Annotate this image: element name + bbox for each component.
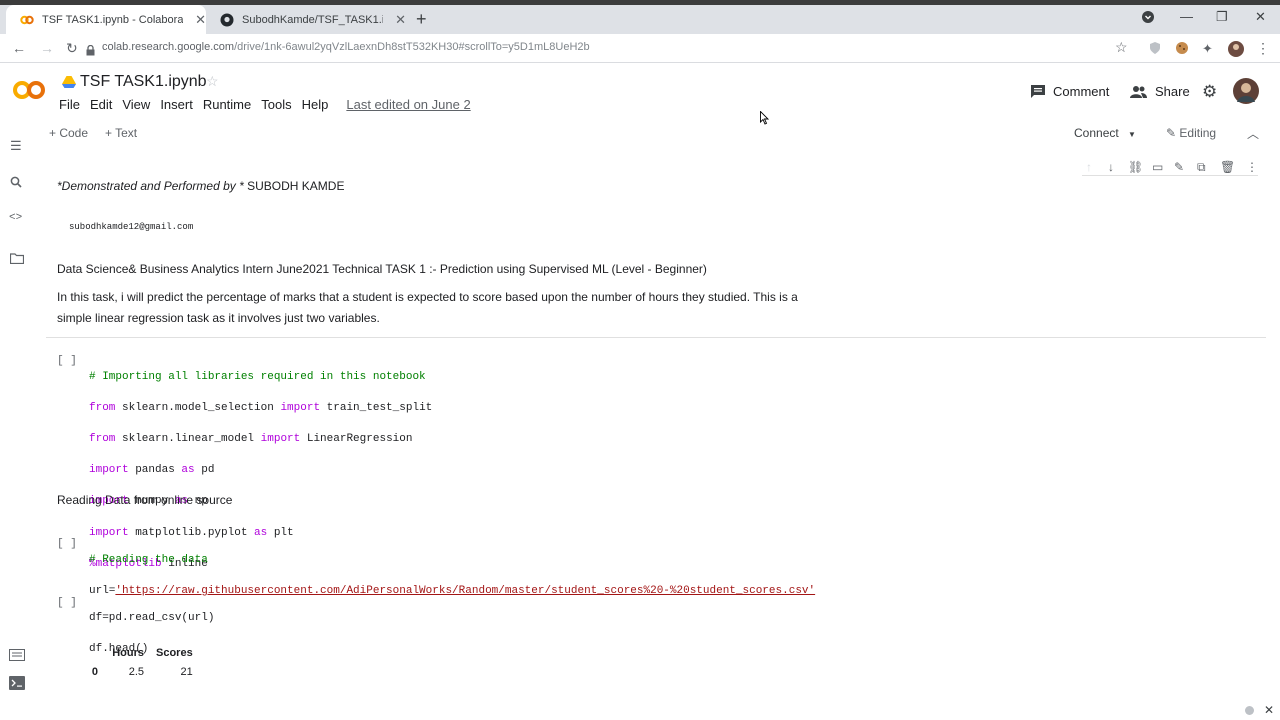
menu-tools[interactable]: Tools	[261, 97, 291, 112]
shield-extension-icon[interactable]	[1149, 41, 1163, 55]
menu-bar: File Edit View Insert Runtime Tools Help…	[59, 97, 481, 112]
profile-avatar[interactable]	[1228, 41, 1244, 57]
close-tab-icon[interactable]: ✕	[395, 12, 406, 28]
table-row: 0 2.5 21	[84, 659, 199, 685]
lock-icon	[86, 43, 95, 61]
github-icon	[220, 13, 234, 27]
comment-icon	[1031, 85, 1045, 98]
table-header-row: Hours Scores	[84, 647, 199, 659]
url-field[interactable]: colab.research.google.com/drive/1nk-6awu…	[102, 41, 590, 53]
new-tab-button[interactable]: +	[416, 9, 427, 30]
task-description-line-1: In this task, i will predict the percent…	[57, 290, 798, 304]
menu-insert[interactable]: Insert	[160, 97, 193, 112]
notebook-title[interactable]: TSF TASK1.ipynb	[80, 73, 207, 91]
chrome-menu-icon[interactable]: ⋮	[1256, 40, 1270, 57]
files-folder-icon[interactable]	[9, 251, 25, 269]
minimize-icon[interactable]: —	[1180, 9, 1193, 24]
author-line: *Demonstrated and Performed by * SUBODH …	[57, 179, 345, 193]
tab-search-icon[interactable]	[1142, 11, 1154, 26]
status-dot-icon	[1245, 706, 1254, 715]
task-heading: Data Science& Business Analytics Intern …	[57, 262, 707, 276]
comment-label: Comment	[1053, 84, 1110, 99]
bookmark-star-icon[interactable]: ☆	[1115, 39, 1128, 56]
tab-title: TSF TASK1.ipynb - Colaboratory	[42, 13, 184, 26]
share-label: Share	[1155, 84, 1190, 99]
menu-edit[interactable]: Edit	[90, 97, 112, 112]
last-edited-link[interactable]: Last edited on June 2	[346, 97, 470, 112]
pencil-icon: ✎	[1166, 126, 1177, 140]
share-people-icon	[1130, 85, 1147, 98]
run-cell-button[interactable]: [ ]	[57, 597, 77, 609]
cookie-extension-icon[interactable]	[1175, 41, 1189, 55]
colab-icon	[20, 13, 34, 27]
code-line: from sklearn.model_selection import trai…	[89, 401, 433, 414]
drive-icon	[62, 75, 76, 93]
colab-logo[interactable]	[12, 80, 46, 105]
star-notebook-icon[interactable]: ☆	[206, 73, 219, 90]
extensions-puzzle-icon[interactable]: ✦	[1202, 41, 1216, 56]
forward-icon[interactable]: →	[40, 40, 54, 56]
menu-view[interactable]: View	[122, 97, 150, 112]
search-icon[interactable]	[10, 175, 22, 193]
column-header	[84, 647, 104, 659]
menu-help[interactable]: Help	[302, 97, 329, 112]
author-email: subodhkamde12@gmail.com	[69, 222, 194, 232]
close-tab-icon[interactable]: ✕	[195, 12, 206, 28]
share-button[interactable]: Share	[1130, 84, 1190, 99]
browser-tab-github[interactable]: SubodhKamde/TSF_TASK1.ipynb ✕	[206, 5, 406, 34]
mouse-cursor-icon	[760, 110, 770, 130]
table-cell: 21	[180, 666, 193, 678]
code-line: import pandas as pd	[89, 464, 215, 477]
close-window-icon[interactable]: ✕	[1255, 9, 1266, 25]
code-line: from sklearn.linear_model import LinearR…	[89, 432, 413, 445]
code-snippets-icon[interactable]: <>	[9, 212, 22, 224]
settings-gear-icon[interactable]: ⚙	[1202, 82, 1217, 102]
comment-button[interactable]: Comment	[1031, 84, 1109, 99]
reading-data-heading[interactable]: Reading Data from online source	[57, 493, 232, 507]
menu-file[interactable]: File	[59, 97, 80, 112]
connect-button[interactable]: Connect ▼	[1074, 126, 1136, 140]
tab-title: SubodhKamde/TSF_TASK1.ipynb	[242, 13, 384, 26]
editing-mode-button[interactable]: ✎ Editing	[1166, 126, 1216, 140]
close-status-icon[interactable]: ✕	[1264, 703, 1274, 717]
menu-runtime[interactable]: Runtime	[203, 97, 251, 112]
row-index: 0	[91, 666, 98, 678]
reload-icon[interactable]: ↻	[66, 40, 78, 57]
column-header: Hours	[112, 647, 144, 659]
restore-icon[interactable]: ❐	[1216, 9, 1228, 25]
connect-dropdown-icon: ▼	[1128, 130, 1136, 139]
task-description-line-2: simple linear regression task as it invo…	[57, 311, 380, 325]
user-avatar[interactable]	[1233, 78, 1259, 109]
terminal-icon[interactable]	[9, 676, 25, 695]
code-line: df=pd.read_csv(url)	[89, 611, 215, 624]
run-cell-button[interactable]: [ ]	[57, 538, 77, 550]
add-code-button[interactable]: + Code	[49, 126, 88, 140]
table-cell: 2.5	[128, 666, 144, 678]
run-cell-button[interactable]: [ ]	[57, 355, 77, 367]
collapse-header-icon[interactable]: ︿	[1247, 125, 1259, 142]
dataframe-output: Hours Scores 0 2.5 21	[84, 647, 199, 685]
browser-tab-colab[interactable]: TSF TASK1.ipynb - Colaboratory ✕	[6, 5, 206, 34]
table-of-contents-icon[interactable]: ☰	[10, 138, 22, 154]
command-palette-icon[interactable]	[9, 648, 25, 666]
code-line: # Importing all libraries required in th…	[89, 370, 426, 383]
column-header: Scores	[156, 647, 193, 659]
code-line: # Reading the data	[89, 553, 208, 566]
back-icon[interactable]: ←	[12, 40, 26, 56]
add-text-button[interactable]: + Text	[105, 126, 137, 140]
